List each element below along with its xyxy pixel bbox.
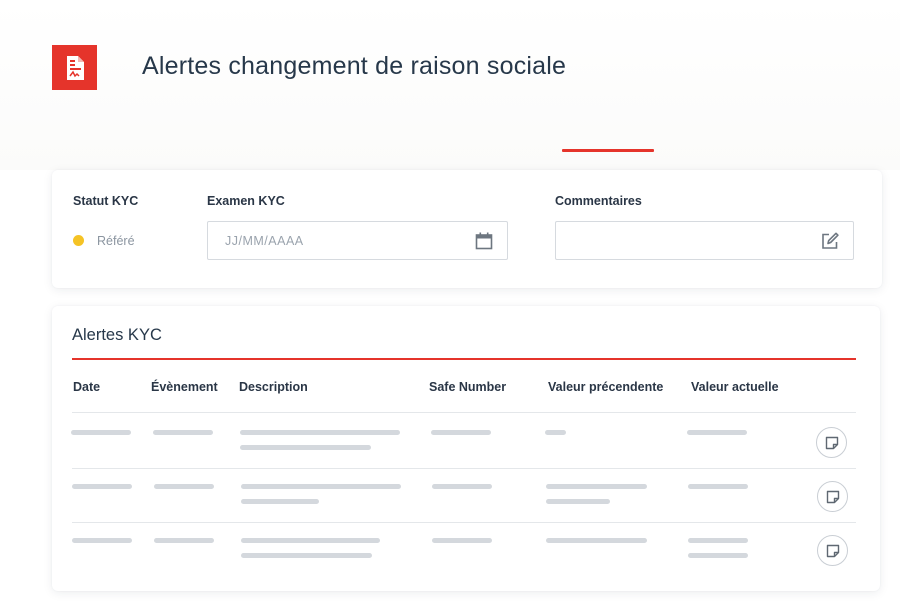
skeleton-previous-value bbox=[546, 538, 647, 543]
kyc-status-label: Statut KYC bbox=[73, 194, 139, 208]
skeleton-description bbox=[241, 553, 372, 558]
page-title: Alertes changement de raison sociale bbox=[142, 52, 567, 80]
note-icon bbox=[825, 436, 838, 449]
kyc-status-value: Référé bbox=[97, 234, 135, 248]
skeleton-description bbox=[241, 538, 380, 543]
status-indicator-dot bbox=[73, 235, 84, 246]
skeleton-previous-value bbox=[545, 430, 566, 435]
skeleton-current-value bbox=[688, 538, 748, 543]
row-divider bbox=[72, 522, 856, 523]
app-logo bbox=[52, 45, 97, 90]
row-divider bbox=[72, 412, 856, 413]
skeleton-description bbox=[240, 445, 371, 450]
row-note-button[interactable] bbox=[817, 481, 848, 512]
skeleton-description bbox=[241, 484, 401, 489]
skeleton-event bbox=[153, 430, 213, 435]
skeleton-safe-number bbox=[432, 484, 492, 489]
skeleton-current-value bbox=[687, 430, 747, 435]
column-header-previous-value[interactable]: Valeur précendente bbox=[548, 380, 663, 394]
row-divider bbox=[72, 468, 856, 469]
skeleton-event bbox=[154, 538, 214, 543]
skeleton-date bbox=[71, 430, 131, 435]
column-header-description[interactable]: Description bbox=[239, 380, 308, 394]
alerts-section-title: Alertes KYC bbox=[72, 326, 162, 344]
kyc-exam-date-input[interactable]: JJ/MM/AAAA bbox=[207, 221, 508, 260]
note-icon bbox=[826, 544, 839, 557]
kyc-alerts-card: Alertes KYC Date Évènement Description S… bbox=[52, 306, 880, 591]
skeleton-description bbox=[241, 499, 319, 504]
calendar-icon[interactable] bbox=[474, 231, 494, 251]
row-note-button[interactable] bbox=[817, 535, 848, 566]
column-header-event[interactable]: Évènement bbox=[151, 380, 218, 394]
skeleton-previous-value bbox=[546, 499, 610, 504]
skeleton-current-value bbox=[688, 484, 748, 489]
skeleton-date bbox=[72, 538, 132, 543]
kyc-exam-label: Examen KYC bbox=[207, 194, 285, 208]
skeleton-previous-value bbox=[546, 484, 647, 489]
column-header-date[interactable]: Date bbox=[73, 380, 100, 394]
skeleton-safe-number bbox=[432, 538, 492, 543]
skeleton-event bbox=[154, 484, 214, 489]
pdf-document-icon bbox=[66, 55, 84, 80]
note-icon bbox=[826, 490, 839, 503]
comments-label: Commentaires bbox=[555, 194, 642, 208]
skeleton-description bbox=[240, 430, 400, 435]
kyc-status-card: Statut KYC Référé Examen KYC JJ/MM/AAAA … bbox=[52, 170, 882, 288]
alerts-section-divider bbox=[72, 358, 856, 360]
column-header-current-value[interactable]: Valeur actuelle bbox=[691, 380, 779, 394]
header-background bbox=[0, 0, 900, 170]
comments-input[interactable] bbox=[555, 221, 854, 260]
skeleton-current-value bbox=[688, 553, 748, 558]
skeleton-safe-number bbox=[431, 430, 491, 435]
skeleton-date bbox=[72, 484, 132, 489]
column-header-safe-number[interactable]: Safe Number bbox=[429, 380, 506, 394]
date-placeholder: JJ/MM/AAAA bbox=[225, 234, 304, 248]
edit-icon[interactable] bbox=[820, 231, 840, 251]
row-note-button[interactable] bbox=[816, 427, 847, 458]
active-tab-indicator bbox=[562, 149, 654, 152]
